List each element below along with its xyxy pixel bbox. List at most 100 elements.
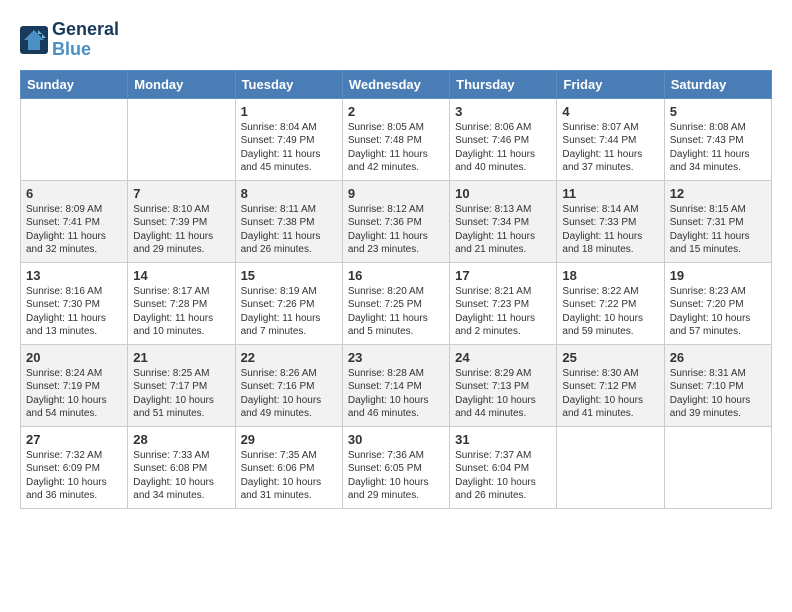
- calendar-cell: 31 Sunrise: 7:37 AM Sunset: 6:04 PM Dayli…: [450, 426, 557, 508]
- calendar-cell: [21, 98, 128, 180]
- header-cell-tuesday: Tuesday: [235, 70, 342, 98]
- cell-content: Sunrise: 8:21 AM Sunset: 7:23 PM Dayligh…: [455, 285, 551, 339]
- day-number: 16: [348, 268, 444, 283]
- calendar-table: SundayMondayTuesdayWednesdayThursdayFrid…: [20, 70, 772, 509]
- day-number: 11: [562, 186, 658, 201]
- cell-content: Sunrise: 8:06 AM Sunset: 7:46 PM Dayligh…: [455, 121, 551, 175]
- calendar-cell: 16 Sunrise: 8:20 AM Sunset: 7:25 PM Dayli…: [342, 262, 449, 344]
- week-row-3: 13 Sunrise: 8:16 AM Sunset: 7:30 PM Dayli…: [21, 262, 772, 344]
- day-number: 19: [670, 268, 766, 283]
- cell-content: Sunrise: 7:32 AM Sunset: 6:09 PM Dayligh…: [26, 449, 122, 503]
- logo: General Blue: [20, 20, 119, 60]
- cell-content: Sunrise: 8:30 AM Sunset: 7:12 PM Dayligh…: [562, 367, 658, 421]
- calendar-cell: 30Sunrise: 7:36 AM Sunset: 6:05 PM Dayli…: [342, 426, 449, 508]
- cell-content: Sunrise: 8:04 AM Sunset: 7:49 PM Dayligh…: [241, 121, 337, 175]
- cell-content: Sunrise: 8:24 AM Sunset: 7:19 PM Dayligh…: [26, 367, 122, 421]
- cell-content: Sunrise: 8:13 AM Sunset: 7:34 PM Dayligh…: [455, 203, 551, 257]
- calendar-cell: 3Sunrise: 8:06 AM Sunset: 7:46 PM Daylig…: [450, 98, 557, 180]
- page-header: General Blue: [20, 20, 772, 60]
- calendar-cell: 6 Sunrise: 8:09 AM Sunset: 7:41 PM Daylig…: [21, 180, 128, 262]
- cell-content: Sunrise: 8:16 AM Sunset: 7:30 PM Dayligh…: [26, 285, 122, 339]
- calendar-cell: 1 Sunrise: 8:04 AM Sunset: 7:49 PM Daylig…: [235, 98, 342, 180]
- calendar-cell: 8Sunrise: 8:11 AM Sunset: 7:38 PM Daylig…: [235, 180, 342, 262]
- day-number: 15: [241, 268, 337, 283]
- calendar-cell: [664, 426, 771, 508]
- calendar-cell: 9 Sunrise: 8:12 AM Sunset: 7:36 PM Daylig…: [342, 180, 449, 262]
- day-number: 31: [455, 432, 551, 447]
- day-number: 24: [455, 350, 551, 365]
- day-number: 30: [348, 432, 444, 447]
- cell-content: Sunrise: 8:22 AM Sunset: 7:22 PM Dayligh…: [562, 285, 658, 339]
- cell-content: Sunrise: 7:35 AM Sunset: 6:06 PM Dayligh…: [241, 449, 337, 503]
- day-number: 12: [670, 186, 766, 201]
- cell-content: Sunrise: 8:10 AM Sunset: 7:39 PM Dayligh…: [133, 203, 229, 257]
- logo-text: General Blue: [52, 20, 119, 60]
- day-number: 1: [241, 104, 337, 119]
- header-cell-sunday: Sunday: [21, 70, 128, 98]
- day-number: 10: [455, 186, 551, 201]
- day-number: 21: [133, 350, 229, 365]
- cell-content: Sunrise: 7:37 AM Sunset: 6:04 PM Dayligh…: [455, 449, 551, 503]
- week-row-4: 20Sunrise: 8:24 AM Sunset: 7:19 PM Dayli…: [21, 344, 772, 426]
- day-number: 22: [241, 350, 337, 365]
- cell-content: Sunrise: 8:05 AM Sunset: 7:48 PM Dayligh…: [348, 121, 444, 175]
- calendar-cell: 5 Sunrise: 8:08 AM Sunset: 7:43 PM Daylig…: [664, 98, 771, 180]
- calendar-cell: 25Sunrise: 8:30 AM Sunset: 7:12 PM Dayli…: [557, 344, 664, 426]
- cell-content: Sunrise: 8:20 AM Sunset: 7:25 PM Dayligh…: [348, 285, 444, 339]
- calendar-cell: 19 Sunrise: 8:23 AM Sunset: 7:20 PM Dayli…: [664, 262, 771, 344]
- day-number: 18: [562, 268, 658, 283]
- day-number: 27: [26, 432, 122, 447]
- cell-content: Sunrise: 8:23 AM Sunset: 7:20 PM Dayligh…: [670, 285, 766, 339]
- calendar-cell: [128, 98, 235, 180]
- calendar-cell: 27 Sunrise: 7:32 AM Sunset: 6:09 PM Dayli…: [21, 426, 128, 508]
- day-number: 6: [26, 186, 122, 201]
- cell-content: Sunrise: 8:08 AM Sunset: 7:43 PM Dayligh…: [670, 121, 766, 175]
- day-number: 14: [133, 268, 229, 283]
- calendar-cell: 28Sunrise: 7:33 AM Sunset: 6:08 PM Dayli…: [128, 426, 235, 508]
- day-number: 13: [26, 268, 122, 283]
- cell-content: Sunrise: 8:14 AM Sunset: 7:33 PM Dayligh…: [562, 203, 658, 257]
- calendar-cell: 11 Sunrise: 8:14 AM Sunset: 7:33 PM Dayli…: [557, 180, 664, 262]
- day-number: 5: [670, 104, 766, 119]
- calendar-cell: 12 Sunrise: 8:15 AM Sunset: 7:31 PM Dayli…: [664, 180, 771, 262]
- calendar-cell: 15 Sunrise: 8:19 AM Sunset: 7:26 PM Dayli…: [235, 262, 342, 344]
- header-cell-saturday: Saturday: [664, 70, 771, 98]
- calendar-cell: 26 Sunrise: 8:31 AM Sunset: 7:10 PM Dayli…: [664, 344, 771, 426]
- week-row-5: 27 Sunrise: 7:32 AM Sunset: 6:09 PM Dayli…: [21, 426, 772, 508]
- calendar-cell: 22 Sunrise: 8:26 AM Sunset: 7:16 PM Dayli…: [235, 344, 342, 426]
- calendar-cell: 2 Sunrise: 8:05 AM Sunset: 7:48 PM Daylig…: [342, 98, 449, 180]
- cell-content: Sunrise: 8:31 AM Sunset: 7:10 PM Dayligh…: [670, 367, 766, 421]
- day-number: 4: [562, 104, 658, 119]
- cell-content: Sunrise: 8:19 AM Sunset: 7:26 PM Dayligh…: [241, 285, 337, 339]
- day-number: 26: [670, 350, 766, 365]
- calendar-cell: 4 Sunrise: 8:07 AM Sunset: 7:44 PM Daylig…: [557, 98, 664, 180]
- cell-content: Sunrise: 8:25 AM Sunset: 7:17 PM Dayligh…: [133, 367, 229, 421]
- header-cell-friday: Friday: [557, 70, 664, 98]
- calendar-cell: 14Sunrise: 8:17 AM Sunset: 7:28 PM Dayli…: [128, 262, 235, 344]
- header-row: SundayMondayTuesdayWednesdayThursdayFrid…: [21, 70, 772, 98]
- calendar-cell: 21 Sunrise: 8:25 AM Sunset: 7:17 PM Dayli…: [128, 344, 235, 426]
- calendar-cell: [557, 426, 664, 508]
- day-number: 2: [348, 104, 444, 119]
- calendar-cell: 7 Sunrise: 8:10 AM Sunset: 7:39 PM Daylig…: [128, 180, 235, 262]
- day-number: 7: [133, 186, 229, 201]
- cell-content: Sunrise: 8:12 AM Sunset: 7:36 PM Dayligh…: [348, 203, 444, 257]
- calendar-cell: 20Sunrise: 8:24 AM Sunset: 7:19 PM Dayli…: [21, 344, 128, 426]
- cell-content: Sunrise: 8:26 AM Sunset: 7:16 PM Dayligh…: [241, 367, 337, 421]
- header-cell-monday: Monday: [128, 70, 235, 98]
- cell-content: Sunrise: 8:15 AM Sunset: 7:31 PM Dayligh…: [670, 203, 766, 257]
- calendar-cell: 24 Sunrise: 8:29 AM Sunset: 7:13 PM Dayli…: [450, 344, 557, 426]
- cell-content: Sunrise: 8:07 AM Sunset: 7:44 PM Dayligh…: [562, 121, 658, 175]
- day-number: 9: [348, 186, 444, 201]
- header-cell-wednesday: Wednesday: [342, 70, 449, 98]
- week-row-2: 6 Sunrise: 8:09 AM Sunset: 7:41 PM Daylig…: [21, 180, 772, 262]
- cell-content: Sunrise: 8:29 AM Sunset: 7:13 PM Dayligh…: [455, 367, 551, 421]
- day-number: 8: [241, 186, 337, 201]
- day-number: 17: [455, 268, 551, 283]
- week-row-1: 1 Sunrise: 8:04 AM Sunset: 7:49 PM Daylig…: [21, 98, 772, 180]
- day-number: 23: [348, 350, 444, 365]
- calendar-cell: 18 Sunrise: 8:22 AM Sunset: 7:22 PM Dayli…: [557, 262, 664, 344]
- logo-icon: [20, 26, 48, 54]
- cell-content: Sunrise: 8:09 AM Sunset: 7:41 PM Dayligh…: [26, 203, 122, 257]
- header-cell-thursday: Thursday: [450, 70, 557, 98]
